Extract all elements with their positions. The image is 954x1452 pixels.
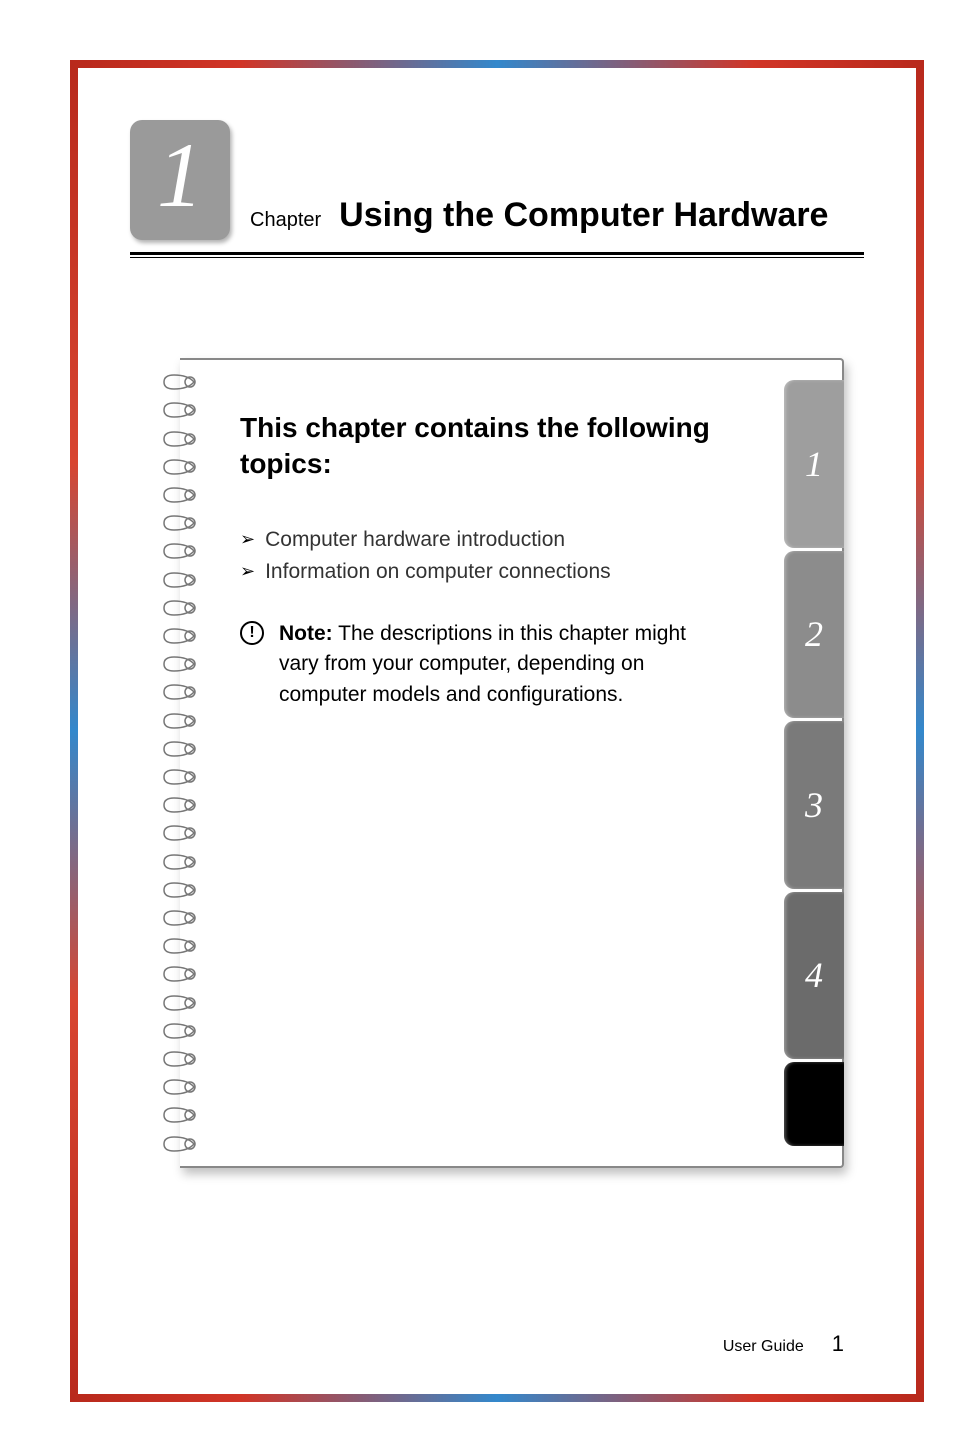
chapter-number: 1 <box>157 129 203 221</box>
tab-label: 1 <box>805 443 823 485</box>
spiral-ring-icon <box>162 1135 198 1153</box>
spiral-ring-icon <box>162 909 198 927</box>
tab-chapter-2[interactable]: 2 <box>784 551 844 719</box>
topic-text: Information on computer connections <box>265 560 611 584</box>
spiral-ring-icon <box>162 1022 198 1040</box>
note-callout: ! Note: The descriptions in this chapter… <box>240 619 792 710</box>
chapter-header: 1 Chapter Using the Computer Hardware <box>90 75 904 240</box>
tab-label: 2 <box>805 613 823 655</box>
spiral-ring-icon <box>162 1078 198 1096</box>
list-item: ➢ Information on computer connections <box>240 560 792 584</box>
spiral-ring-icon <box>162 937 198 955</box>
chapter-tabs: 1 2 3 4 <box>784 380 844 1146</box>
title-divider <box>130 252 864 258</box>
page-number: 1 <box>832 1331 844 1357</box>
spiral-ring-icon <box>162 712 198 730</box>
notebook-container: This chapter contains the following topi… <box>150 358 844 1168</box>
spiral-ring-icon <box>162 430 198 448</box>
spiral-ring-icon <box>162 796 198 814</box>
arrow-icon: ➢ <box>240 529 255 550</box>
tab-spacer <box>784 1062 844 1146</box>
note-text: Note: The descriptions in this chapter m… <box>279 619 712 710</box>
spiral-ring-icon <box>162 740 198 758</box>
footer-label: User Guide <box>723 1338 804 1356</box>
tab-label: 4 <box>805 954 823 996</box>
topic-text: Computer hardware introduction <box>265 528 565 552</box>
spiral-ring-icon <box>162 881 198 899</box>
spiral-ring-icon <box>162 965 198 983</box>
exclamation-icon: ! <box>240 621 264 645</box>
spiral-ring-icon <box>162 994 198 1012</box>
spiral-ring-icon <box>162 853 198 871</box>
tab-chapter-3[interactable]: 3 <box>784 721 844 889</box>
topic-list: ➢ Computer hardware introduction ➢ Infor… <box>240 528 792 584</box>
spiral-ring-icon <box>162 401 198 419</box>
spiral-ring-icon <box>162 824 198 842</box>
spiral-ring-icon <box>162 373 198 391</box>
spiral-ring-icon <box>162 1050 198 1068</box>
spiral-ring-icon <box>162 486 198 504</box>
tab-chapter-1[interactable]: 1 <box>784 380 844 548</box>
spiral-ring-icon <box>162 683 198 701</box>
content-area: 1 Chapter Using the Computer Hardware Th… <box>90 75 904 1382</box>
spiral-ring-icon <box>162 1106 198 1124</box>
title-wrap: Chapter Using the Computer Hardware <box>250 196 864 240</box>
chapter-title: Using the Computer Hardware <box>339 196 864 235</box>
tab-label: 3 <box>805 784 823 826</box>
footer: User Guide 1 <box>723 1331 844 1357</box>
list-item: ➢ Computer hardware introduction <box>240 528 792 552</box>
note-body: The descriptions in this chapter might v… <box>279 622 686 706</box>
arrow-icon: ➢ <box>240 561 255 582</box>
chapter-label: Chapter <box>250 209 321 232</box>
spiral-ring-icon <box>162 571 198 589</box>
title-row: Chapter Using the Computer Hardware <box>250 196 864 240</box>
spiral-ring-icon <box>162 542 198 560</box>
chapter-number-box: 1 <box>130 120 230 240</box>
tab-chapter-4[interactable]: 4 <box>784 892 844 1060</box>
section-heading: This chapter contains the following topi… <box>240 410 792 483</box>
spiral-ring-icon <box>162 655 198 673</box>
spiral-ring-icon <box>162 514 198 532</box>
spiral-ring-icon <box>162 599 198 617</box>
note-label: Note: <box>279 622 333 645</box>
notebook-panel: This chapter contains the following topi… <box>180 358 844 1168</box>
spiral-ring-icon <box>162 458 198 476</box>
spiral-binding <box>162 368 198 1158</box>
spiral-ring-icon <box>162 768 198 786</box>
frame-bottom <box>70 1394 924 1402</box>
spiral-ring-icon <box>162 627 198 645</box>
